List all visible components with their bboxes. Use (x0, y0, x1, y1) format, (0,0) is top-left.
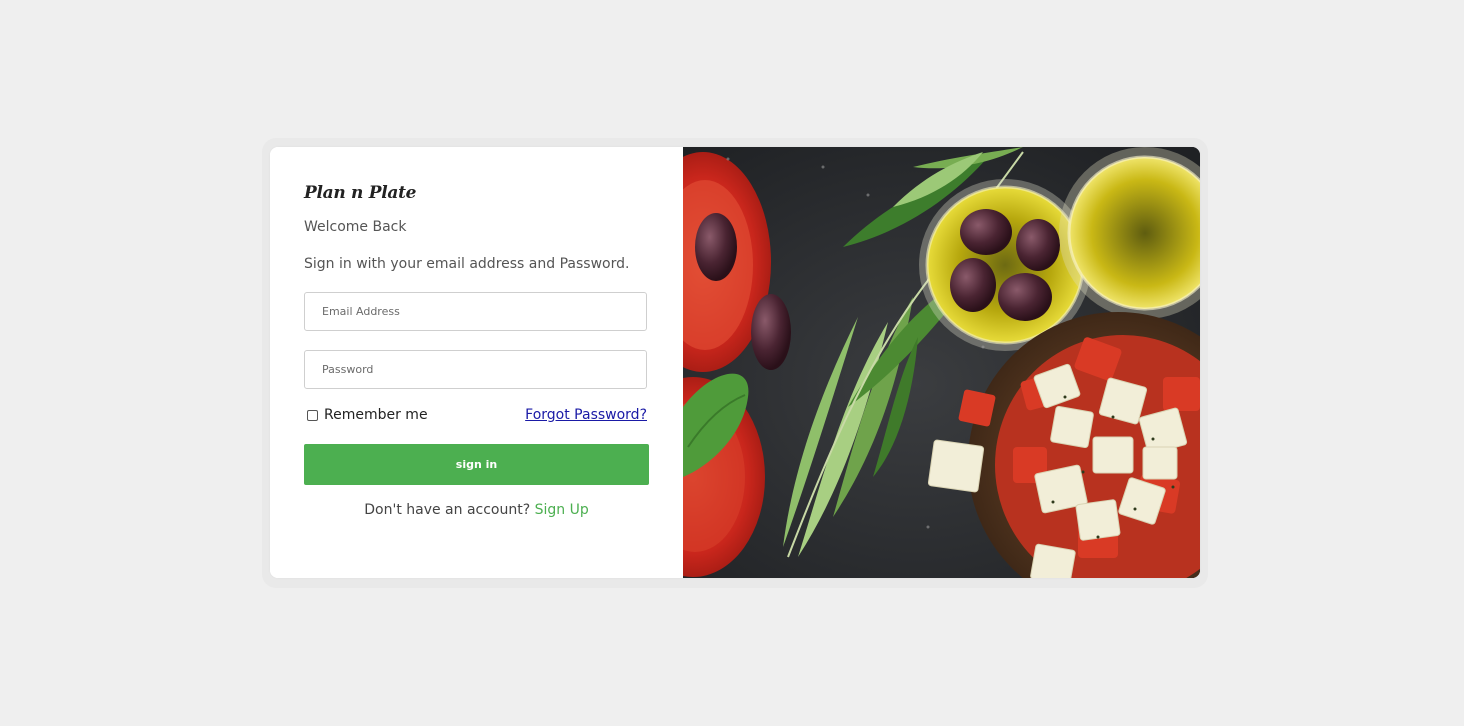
forgot-password-link[interactable]: Forgot Password? (525, 407, 647, 423)
login-form-panel: Plan n Plate Welcome Back Sign in with y… (270, 147, 683, 578)
app-logo: Plan n Plate (304, 183, 417, 203)
email-field[interactable] (304, 292, 647, 331)
sign-in-button[interactable]: sign in (304, 444, 649, 485)
welcome-heading: Welcome Back (304, 219, 407, 235)
remember-me-checkbox[interactable] (307, 409, 318, 421)
no-account-text: Don't have an account? (364, 502, 531, 518)
food-photo-icon (683, 147, 1200, 578)
remember-me-label[interactable]: Remember me (324, 407, 428, 423)
password-field[interactable] (304, 350, 647, 389)
sign-up-link[interactable]: Sign Up (535, 502, 589, 518)
login-subtitle: Sign in with your email address and Pass… (304, 256, 630, 272)
remember-me-row: Remember me (307, 407, 428, 423)
login-card: Plan n Plate Welcome Back Sign in with y… (270, 147, 1200, 578)
hero-food-image (683, 147, 1200, 578)
signup-prompt: Don't have an account? Sign Up (304, 502, 649, 518)
